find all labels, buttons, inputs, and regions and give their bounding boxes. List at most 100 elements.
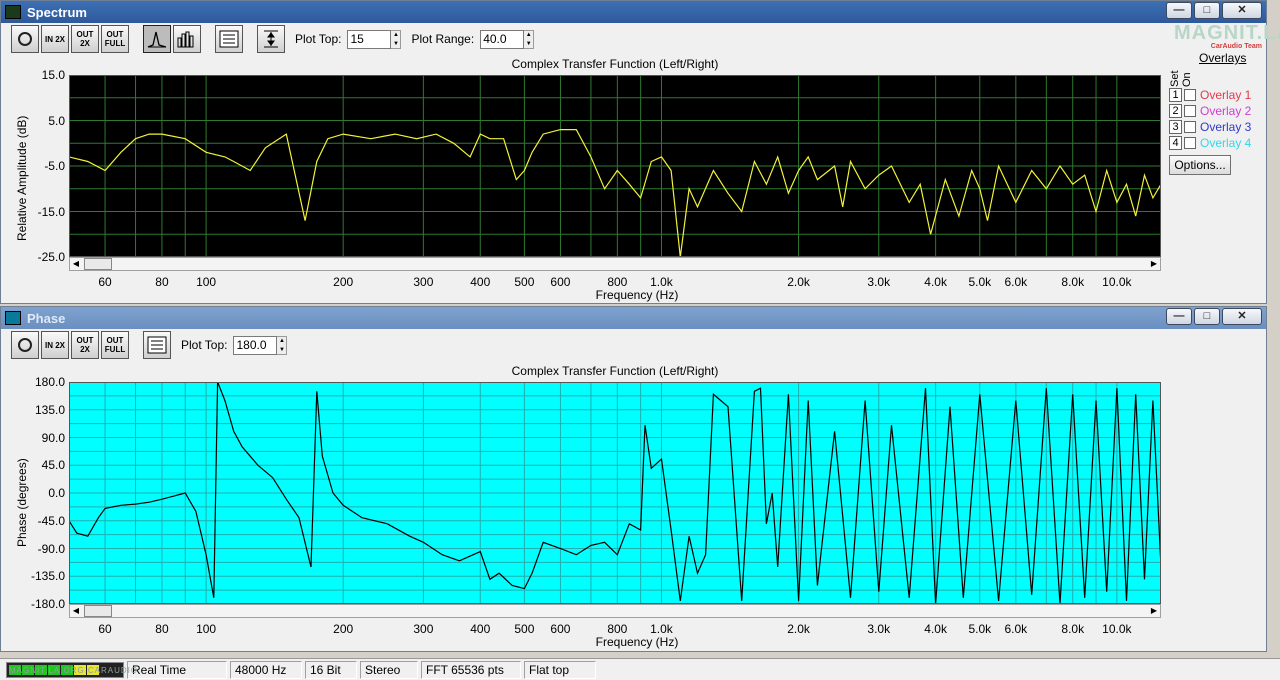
spectrum-titlebar[interactable]: Spectrum — □ ✕ (1, 1, 1266, 23)
y-tick-label: 90.0 (41, 430, 65, 445)
spectrum-settings-button[interactable] (215, 25, 243, 53)
spectrum-zoom-full-button[interactable]: OUT FULL (101, 25, 129, 53)
spectrum-bar-mode-button[interactable] (173, 25, 201, 53)
overlay-checkbox[interactable] (1184, 137, 1196, 149)
x-tick-label: 1.0k (650, 275, 673, 289)
spectrum-minimize-button[interactable]: — (1166, 2, 1192, 19)
overlay-set-header: Set (1169, 70, 1181, 87)
spectrum-plot[interactable] (69, 75, 1161, 257)
phase-plot-title: Complex Transfer Function (Left/Right) (511, 364, 719, 378)
status-mode: Real Time (127, 660, 227, 679)
status-channels: Stereo (360, 660, 418, 679)
y-tick-label: -135.0 (30, 569, 65, 584)
scroll-thumb[interactable] (84, 258, 112, 270)
y-tick-label: 180.0 (34, 375, 65, 389)
x-tick-label: 800 (607, 622, 628, 636)
brand-logo: MAGNIT.LA CarAudio Team (1174, 22, 1280, 53)
overlay-on-header: On (1181, 72, 1193, 87)
x-tick-label: 2.0k (787, 622, 810, 636)
zoom-full-label: OUT FULL (104, 30, 126, 48)
panel-settings-icon (147, 336, 167, 354)
scroll-left-icon[interactable]: ◀ (70, 605, 82, 617)
zoom-out-label: OUT 2X (76, 336, 94, 354)
overlay-set-button[interactable]: 2 (1169, 104, 1182, 118)
overlay-row: 3 Overlay 3 (1169, 119, 1264, 135)
zoom-in-label: IN 2X (44, 34, 65, 44)
x-tick-label: 200 (333, 275, 354, 289)
scroll-left-icon[interactable]: ◀ (70, 258, 82, 270)
x-tick-label: 10.0k (1102, 275, 1132, 289)
spin-up-icon[interactable]: ▲ (524, 31, 533, 40)
y-tick-label: -90.0 (37, 541, 65, 556)
spin-down-icon[interactable]: ▼ (277, 346, 286, 355)
overlay-set-button[interactable]: 1 (1169, 88, 1182, 102)
status-window-function: Flat top (524, 660, 596, 679)
overlay-label: Overlay 3 (1200, 120, 1252, 134)
spin-up-icon[interactable]: ▲ (391, 31, 400, 40)
overlay-checkbox[interactable] (1184, 121, 1196, 133)
phase-zoom-full-button[interactable]: OUT FULL (101, 331, 129, 359)
plot-top-spinner[interactable]: ▲▼ (347, 29, 402, 49)
overlay-checkbox[interactable] (1184, 89, 1196, 101)
phase-maximize-button[interactable]: □ (1194, 308, 1220, 325)
plot-top-input[interactable] (347, 29, 392, 49)
spectrum-line-mode-button[interactable] (143, 25, 171, 53)
zoom-full-label: OUT FULL (104, 336, 126, 354)
x-tick-label: 500 (514, 622, 535, 636)
overlays-title: Overlays (1199, 51, 1247, 65)
spin-down-icon[interactable]: ▼ (524, 40, 533, 49)
phase-zoom-in-button[interactable]: IN 2X (41, 331, 69, 359)
overlay-row: 4 Overlay 4 (1169, 135, 1264, 151)
phase-horizontal-scrollbar[interactable]: ◀ ▶ (69, 604, 1161, 618)
plot-top-label: Plot Top: (295, 32, 342, 46)
spectrum-maximize-button[interactable]: □ (1194, 2, 1220, 19)
phase-close-button[interactable]: ✕ (1222, 308, 1262, 325)
phase-plot-top-label: Plot Top: (181, 338, 228, 352)
x-tick-label: 10.0k (1102, 622, 1132, 636)
x-tick-label: 6.0k (1004, 622, 1028, 636)
overlay-label: Overlay 2 (1200, 104, 1252, 118)
x-tick-label: 300 (413, 622, 434, 636)
spectrum-window: Spectrum — □ ✕ IN 2X OUT 2X OUT FULL Plo… (0, 0, 1280, 304)
phase-settings-button[interactable] (143, 331, 171, 359)
spin-down-icon[interactable]: ▼ (391, 40, 400, 49)
phase-titlebar[interactable]: Phase — □ ✕ (1, 307, 1266, 329)
status-bit-depth: 16 Bit (305, 660, 357, 679)
spectrum-zoom-tool-button[interactable] (11, 25, 39, 53)
spectrum-zoom-in-button[interactable]: IN 2X (41, 25, 69, 53)
panel-settings-icon (219, 30, 239, 48)
scroll-thumb[interactable] (84, 605, 112, 617)
x-tick-label: 600 (550, 622, 571, 636)
x-tick-label: 8.0k (1061, 275, 1085, 289)
overlay-row: 1 Overlay 1 (1169, 87, 1264, 103)
phase-plot[interactable] (69, 382, 1161, 604)
phase-plot-top-input[interactable] (233, 335, 278, 355)
spectrum-autoscale-button[interactable] (257, 25, 285, 53)
phase-zoom-tool-button[interactable] (11, 331, 39, 359)
phase-zoom-out-button[interactable]: OUT 2X (71, 331, 99, 359)
spectrum-zoom-out-button[interactable]: OUT 2X (71, 25, 99, 53)
y-tick-label: -45.0 (37, 513, 65, 528)
x-tick-label: 6.0k (1004, 275, 1028, 289)
overlay-row: 2 Overlay 2 (1169, 103, 1264, 119)
x-tick-label: 3.0k (867, 622, 891, 636)
spectrum-app-icon (5, 5, 21, 19)
y-tick-label: -180.0 (30, 597, 65, 611)
scroll-right-icon[interactable]: ▶ (1148, 258, 1160, 270)
y-tick-label: 45.0 (41, 458, 65, 473)
spectrum-toolbar: IN 2X OUT 2X OUT FULL Plot Top: ▲▼ Plot … (1, 22, 1280, 55)
phase-plot-top-spinner[interactable]: ▲▼ (233, 335, 288, 355)
logo-text: MAGNIT.LA (1174, 22, 1280, 44)
spin-up-icon[interactable]: ▲ (277, 337, 286, 346)
spectrum-horizontal-scrollbar[interactable]: ◀ ▶ (69, 257, 1161, 271)
phase-minimize-button[interactable]: — (1166, 308, 1192, 325)
scroll-right-icon[interactable]: ▶ (1148, 605, 1160, 617)
overlay-set-button[interactable]: 3 (1169, 120, 1182, 134)
plot-range-spinner[interactable]: ▲▼ (480, 29, 535, 49)
overlay-set-button[interactable]: 4 (1169, 136, 1182, 150)
overlay-options-button[interactable]: Options... (1169, 155, 1231, 175)
plot-range-input[interactable] (480, 29, 525, 49)
magnifier-icon (18, 338, 32, 352)
spectrum-close-button[interactable]: ✕ (1222, 2, 1262, 19)
overlay-checkbox[interactable] (1184, 105, 1196, 117)
